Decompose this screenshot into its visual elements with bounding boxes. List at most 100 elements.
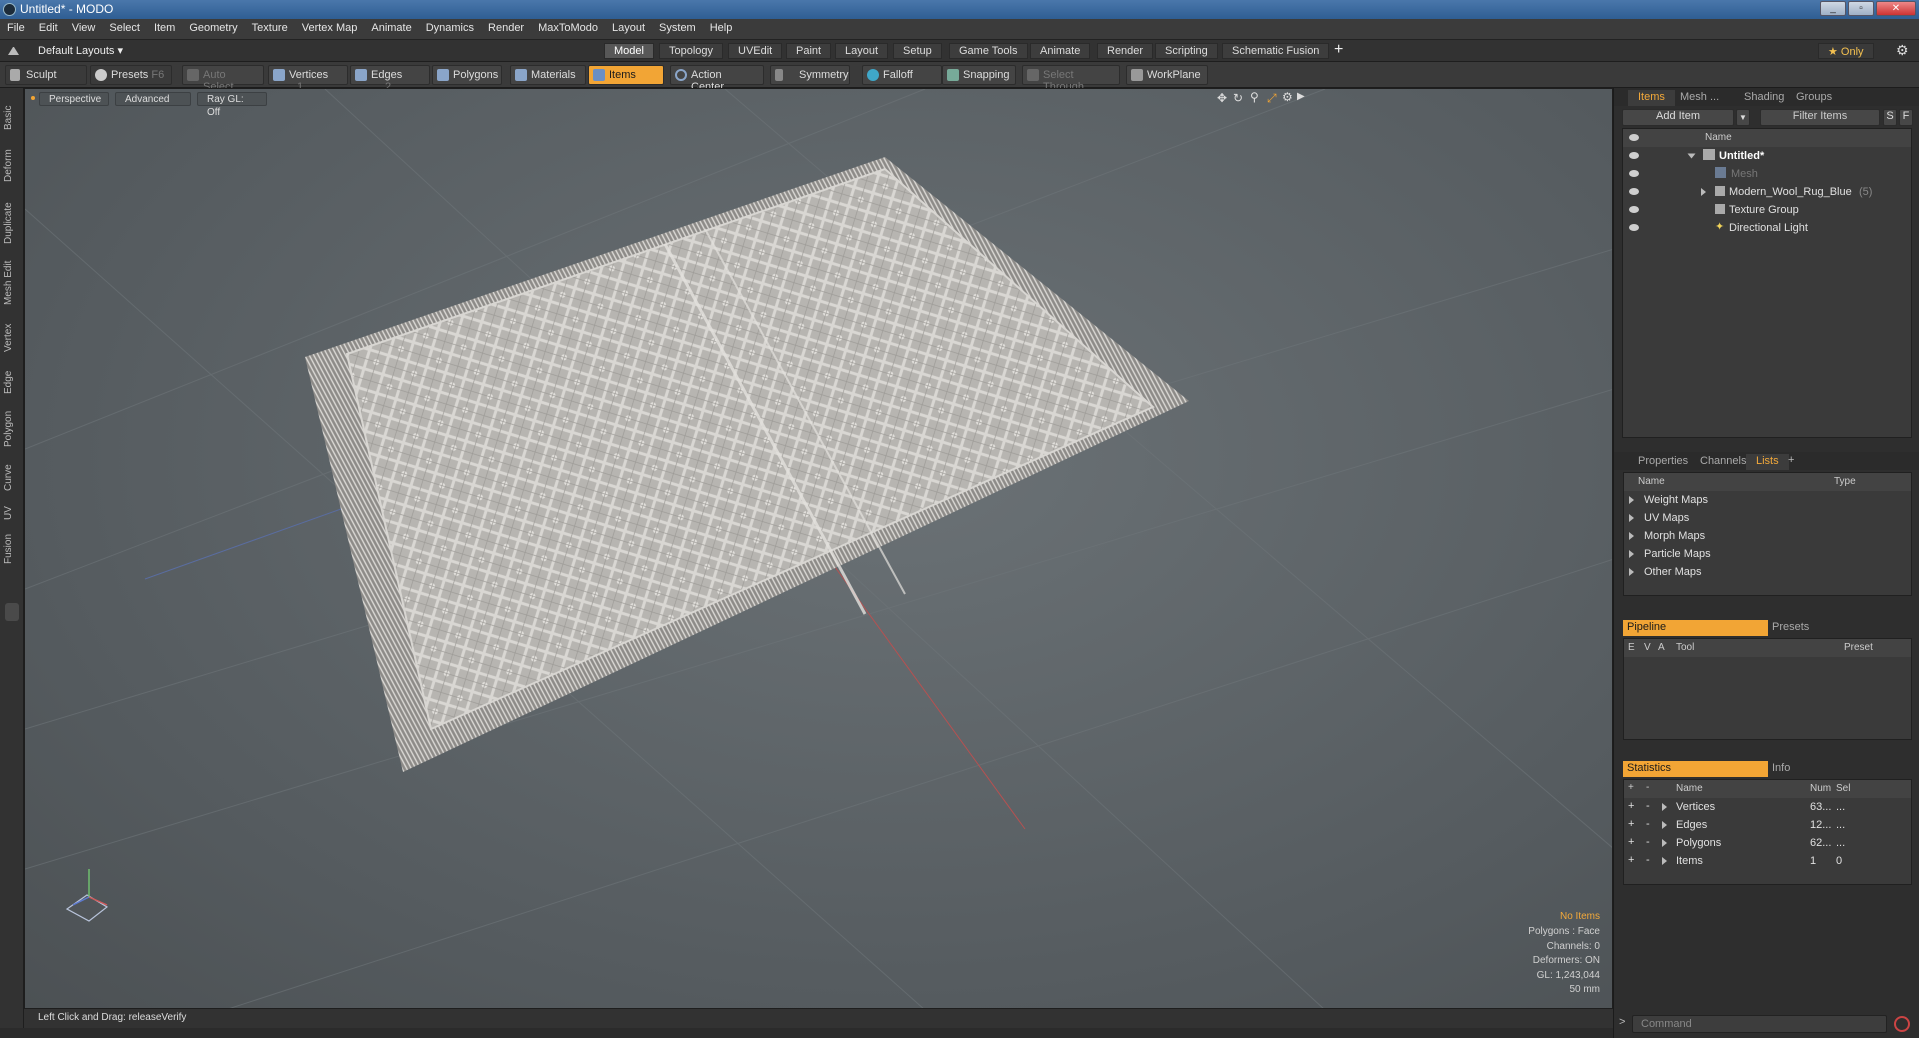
vertices-button[interactable]: Vertices 1 — [268, 65, 348, 93]
expand-arrow-icon[interactable] — [1629, 568, 1634, 576]
tab-uvedit[interactable]: UVEdit — [728, 43, 783, 59]
left-tab-duplicate[interactable]: Duplicate — [3, 198, 21, 248]
tab-render[interactable]: Render — [1097, 43, 1154, 59]
table-row[interactable]: + - Vertices 63...... — [1624, 798, 1911, 816]
menu-system[interactable]: System — [652, 19, 703, 34]
tab-info[interactable]: Info — [1772, 762, 1790, 774]
add-icon[interactable]: + — [1628, 836, 1634, 848]
maximize-viewport-icon[interactable]: ⤢ — [1267, 91, 1277, 106]
expand-arrow-icon[interactable] — [1629, 496, 1634, 504]
left-tab-fusion[interactable]: Fusion — [3, 530, 21, 568]
expand-arrow-icon[interactable] — [1662, 821, 1667, 829]
add-icon[interactable]: + — [1628, 854, 1634, 866]
add-tab-icon[interactable]: + — [1334, 41, 1343, 59]
viewport-settings-icon[interactable]: ⚙ — [1282, 90, 1293, 104]
left-tab-mesh-edit[interactable]: Mesh Edit — [3, 258, 21, 308]
tab-topology[interactable]: Topology — [659, 43, 724, 59]
menu-maxtomodo[interactable]: MaxToModo — [531, 19, 605, 34]
menu-dynamics[interactable]: Dynamics — [419, 19, 481, 34]
tab-scripting[interactable]: Scripting — [1155, 43, 1218, 59]
tab-animate[interactable]: Animate — [1030, 43, 1091, 59]
add-icon[interactable]: + — [1628, 782, 1634, 793]
select-through-button[interactable]: Select Through — [1022, 65, 1120, 93]
left-tab-curve[interactable]: Curve — [3, 460, 21, 496]
view-type-button[interactable]: Perspective — [39, 92, 109, 106]
visibility-eye-icon[interactable] — [1629, 188, 1639, 195]
presets-button[interactable]: Presets F6 — [90, 65, 172, 85]
list-item[interactable]: UV Maps — [1624, 509, 1911, 527]
menu-help[interactable]: Help — [703, 19, 740, 34]
menu-select[interactable]: Select — [102, 19, 147, 34]
viewport-menu-arrow-icon[interactable]: ▶ — [1297, 91, 1305, 102]
left-tab-edge[interactable]: Edge — [3, 366, 21, 398]
snapping-button[interactable]: Snapping — [942, 65, 1016, 85]
s-toggle-button[interactable]: S — [1883, 109, 1897, 126]
expand-arrow-icon[interactable] — [1662, 857, 1667, 865]
tab-paint[interactable]: Paint — [786, 43, 832, 59]
tab-layout[interactable]: Layout — [835, 43, 889, 59]
polygons-button[interactable]: Polygons — [432, 65, 502, 85]
falloff-button[interactable]: Falloff — [862, 65, 942, 85]
visibility-eye-icon[interactable] — [1629, 170, 1639, 177]
add-icon[interactable]: + — [1628, 800, 1634, 812]
shading-mode-button[interactable]: Advanced — [115, 92, 191, 106]
rotate-icon[interactable]: ↻ — [1233, 91, 1243, 105]
add-tab-icon[interactable]: + — [1788, 454, 1794, 466]
expand-arrow-icon[interactable] — [1629, 550, 1634, 558]
tab-statistics[interactable]: Statistics — [1623, 761, 1768, 777]
record-icon[interactable] — [1894, 1016, 1910, 1032]
zoom-icon[interactable]: ⚲ — [1250, 90, 1259, 104]
remove-icon[interactable]: - — [1646, 818, 1650, 830]
menu-geometry[interactable]: Geometry — [182, 19, 244, 34]
remove-icon[interactable]: - — [1646, 854, 1650, 866]
list-item[interactable]: Morph Maps — [1624, 527, 1911, 545]
table-row[interactable]: + - Edges 12...... — [1624, 816, 1911, 834]
maximize-button[interactable]: ▫ — [1848, 1, 1874, 16]
minimize-button[interactable]: _ — [1820, 1, 1846, 16]
menu-file[interactable]: File — [0, 19, 32, 34]
remove-icon[interactable]: - — [1646, 800, 1650, 812]
close-button[interactable]: ✕ — [1876, 1, 1916, 16]
left-tab-basic[interactable]: Basic — [3, 102, 21, 134]
add-item-button[interactable]: Add Item — [1622, 109, 1734, 126]
only-button[interactable]: ★ Only — [1818, 43, 1874, 59]
raygl-button[interactable]: Ray GL: Off — [197, 92, 267, 118]
list-item[interactable]: Other Maps — [1624, 563, 1911, 581]
remove-icon[interactable]: - — [1646, 782, 1649, 793]
tab-game-tools[interactable]: Game Tools — [949, 43, 1028, 59]
menu-view[interactable]: View — [65, 19, 103, 34]
left-tab-uv[interactable]: UV — [3, 502, 21, 524]
menu-item[interactable]: Item — [147, 19, 182, 34]
auto-select-button[interactable]: Auto Select — [182, 65, 264, 93]
menu-render[interactable]: Render — [481, 19, 531, 34]
left-tab-vertex[interactable]: Vertex — [3, 318, 21, 358]
items-button[interactable]: Items — [588, 65, 664, 85]
left-tab-polygon[interactable]: Polygon — [3, 406, 21, 452]
action-center-button[interactable]: Action Center — [670, 65, 764, 93]
list-item[interactable]: Weight Maps — [1624, 491, 1911, 509]
item-row[interactable]: Untitled* — [1623, 147, 1911, 165]
expand-arrow-icon[interactable] — [1662, 839, 1667, 847]
visibility-eye-icon[interactable] — [1629, 224, 1639, 231]
pan-icon[interactable]: ✥ — [1217, 91, 1227, 105]
3d-viewport[interactable]: Perspective Advanced Ray GL: Off ✥ ↻ ⚲ ⤢… — [24, 88, 1613, 1009]
f-toggle-button[interactable]: F — [1899, 109, 1913, 126]
item-row[interactable]: Mesh — [1623, 165, 1911, 183]
menu-vertex-map[interactable]: Vertex Map — [295, 19, 365, 34]
item-row[interactable]: ✦ Directional Light — [1623, 219, 1911, 237]
command-input[interactable]: Command — [1632, 1015, 1887, 1033]
expand-arrow-icon[interactable] — [1662, 803, 1667, 811]
materials-button[interactable]: Materials — [510, 65, 586, 85]
tab-properties[interactable]: Properties — [1628, 454, 1698, 470]
left-tab-deform[interactable]: Deform — [3, 146, 21, 186]
tab-groups[interactable]: Groups — [1786, 90, 1842, 106]
tab-presets[interactable]: Presets — [1772, 621, 1809, 633]
remove-icon[interactable]: - — [1646, 836, 1650, 848]
expand-arrow-icon[interactable] — [1687, 153, 1696, 159]
palette-toggle-button[interactable] — [5, 603, 19, 621]
item-row[interactable]: Texture Group — [1623, 201, 1911, 219]
layout-collapse-icon[interactable] — [8, 44, 19, 55]
visibility-eye-icon[interactable] — [1629, 206, 1639, 213]
expand-arrow-icon[interactable] — [1629, 532, 1634, 540]
expand-arrow-icon[interactable] — [1701, 188, 1706, 196]
